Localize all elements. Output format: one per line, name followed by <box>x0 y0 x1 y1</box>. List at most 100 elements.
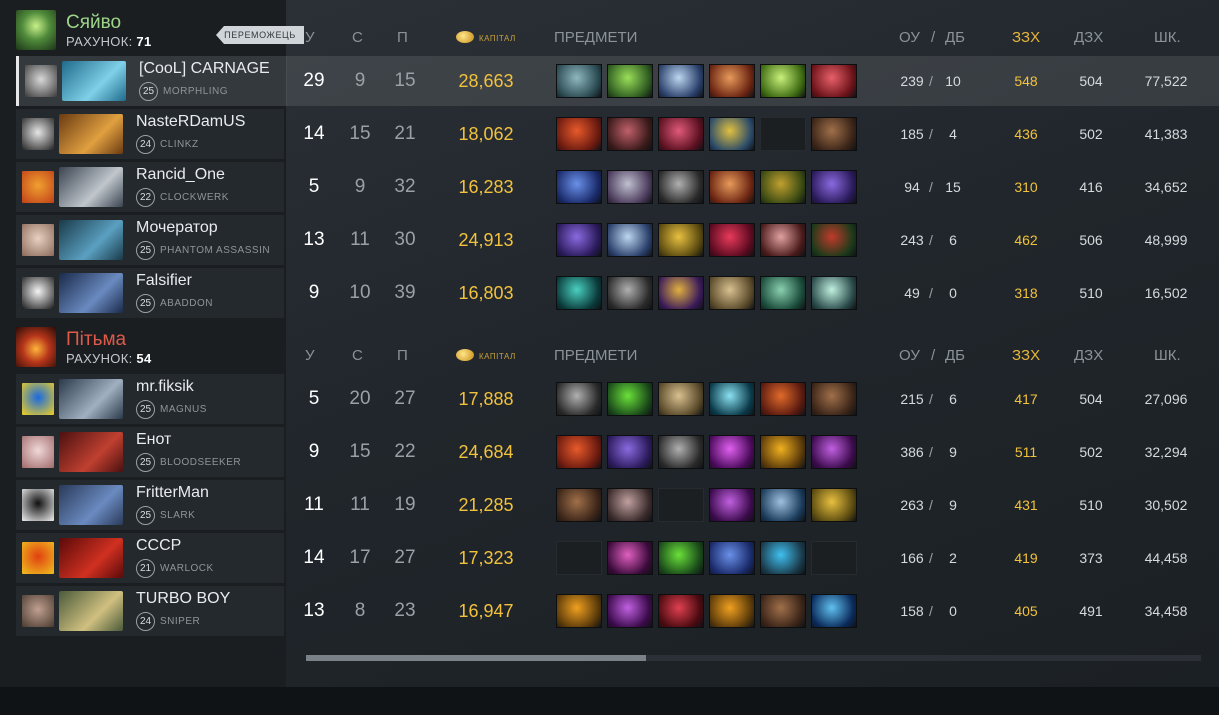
player-name[interactable]: Falsifier <box>136 272 192 290</box>
player-name[interactable]: FritterMan <box>136 484 209 502</box>
player-card[interactable]: TURBO BOY 24 SNIPER <box>16 586 284 636</box>
item-slot-icon[interactable] <box>811 276 857 310</box>
item-slot-icon[interactable] <box>556 223 602 257</box>
item-slot-icon[interactable] <box>760 541 806 575</box>
item-slot-icon[interactable] <box>658 223 704 257</box>
item-slot-icon[interactable] <box>607 223 653 257</box>
player-card[interactable]: [CooL] CARNAGE 25 MORPHLING <box>16 56 287 106</box>
item-slot-icon[interactable] <box>607 276 653 310</box>
item-slot-icon[interactable] <box>760 276 806 310</box>
item-slot-icon[interactable] <box>556 117 602 151</box>
item-slot-icon[interactable] <box>811 223 857 257</box>
player-name[interactable]: Rancid_One <box>136 166 225 184</box>
player-avatar[interactable] <box>22 383 54 415</box>
hero-portrait[interactable] <box>59 485 123 525</box>
item-slot-icon[interactable] <box>760 382 806 416</box>
item-slot-icon[interactable] <box>607 170 653 204</box>
xpm-value: 416 <box>1079 179 1103 195</box>
item-slot-icon[interactable] <box>811 594 857 628</box>
item-slot-icon[interactable] <box>658 382 704 416</box>
player-card[interactable]: Falsifier 25 ABADDON <box>16 268 284 318</box>
item-slot-icon[interactable] <box>760 435 806 469</box>
item-slot-icon[interactable] <box>556 382 602 416</box>
item-slot-icon[interactable] <box>607 64 653 98</box>
item-slot-icon[interactable] <box>607 594 653 628</box>
item-slot-icon[interactable] <box>709 117 755 151</box>
player-avatar[interactable] <box>22 171 54 203</box>
item-slot-icon[interactable] <box>709 594 755 628</box>
horizontal-scrollbar-thumb[interactable] <box>306 655 646 661</box>
item-slot-icon[interactable] <box>658 64 704 98</box>
player-card[interactable]: CCCP 21 WARLOCK <box>16 533 284 583</box>
player-card[interactable]: FritterMan 25 SLARK <box>16 480 284 530</box>
player-avatar[interactable] <box>22 489 54 521</box>
item-slot-icon[interactable] <box>556 594 602 628</box>
item-slot-icon[interactable] <box>760 64 806 98</box>
item-slot-icon[interactable] <box>709 541 755 575</box>
item-slot-icon[interactable] <box>709 382 755 416</box>
player-name[interactable]: Мочератор <box>136 219 218 237</box>
player-card[interactable]: NasteRDamUS 24 CLINKZ <box>16 109 284 159</box>
player-name[interactable]: Енот <box>136 431 171 449</box>
player-avatar[interactable] <box>22 118 54 150</box>
hero-portrait[interactable] <box>59 114 123 154</box>
item-slot-icon[interactable] <box>556 64 602 98</box>
hero-portrait[interactable] <box>59 220 123 260</box>
item-slot-icon[interactable] <box>556 435 602 469</box>
player-name[interactable]: CCCP <box>136 537 181 555</box>
item-slot-icon[interactable] <box>709 170 755 204</box>
item-slot-icon[interactable] <box>811 382 857 416</box>
item-slot-icon[interactable] <box>811 435 857 469</box>
item-slot-icon[interactable] <box>607 117 653 151</box>
player-card[interactable]: Енот 25 BLOODSEEKER <box>16 427 284 477</box>
item-slot-icon[interactable] <box>709 435 755 469</box>
item-slot-icon[interactable] <box>811 117 857 151</box>
player-avatar[interactable] <box>22 277 54 309</box>
item-slot-icon[interactable] <box>658 170 704 204</box>
item-slot-icon[interactable] <box>760 488 806 522</box>
item-slot-icon[interactable] <box>607 488 653 522</box>
item-slot-icon[interactable] <box>811 64 857 98</box>
item-slot-icon[interactable] <box>709 488 755 522</box>
player-avatar[interactable] <box>22 595 54 627</box>
item-slot-icon[interactable] <box>607 382 653 416</box>
item-slot-icon[interactable] <box>556 488 602 522</box>
player-name[interactable]: NasteRDamUS <box>136 113 245 131</box>
item-slot-icon[interactable] <box>658 594 704 628</box>
item-slot-icon[interactable] <box>709 223 755 257</box>
item-slot-icon[interactable] <box>760 223 806 257</box>
player-card[interactable]: Rancid_One 22 CLOCKWERK <box>16 162 284 212</box>
player-avatar[interactable] <box>22 436 54 468</box>
item-slot-icon[interactable] <box>811 170 857 204</box>
player-avatar[interactable] <box>22 224 54 256</box>
col-kills: У <box>305 29 315 46</box>
item-slot-icon[interactable] <box>607 435 653 469</box>
player-name[interactable]: [CooL] CARNAGE <box>139 60 270 78</box>
hero-portrait[interactable] <box>59 273 123 313</box>
hero-portrait[interactable] <box>59 591 123 631</box>
item-slot-icon[interactable] <box>811 488 857 522</box>
hero-portrait[interactable] <box>59 379 123 419</box>
col-gpm: ЗЗХ <box>1012 347 1041 364</box>
item-slot-icon[interactable] <box>760 170 806 204</box>
item-slot-icon[interactable] <box>709 276 755 310</box>
player-name[interactable]: mr.fiksik <box>136 378 194 396</box>
item-slot-icon[interactable] <box>658 541 704 575</box>
item-slot-icon[interactable] <box>709 64 755 98</box>
player-card[interactable]: Мочератор 25 PHANTOM ASSASSIN <box>16 215 284 265</box>
hero-portrait[interactable] <box>62 61 126 101</box>
item-slot-icon[interactable] <box>556 276 602 310</box>
hero-portrait[interactable] <box>59 538 123 578</box>
item-slot-icon[interactable] <box>658 117 704 151</box>
item-slot-icon[interactable] <box>658 276 704 310</box>
player-avatar[interactable] <box>25 65 57 97</box>
item-slot-icon[interactable] <box>556 170 602 204</box>
player-name[interactable]: TURBO BOY <box>136 590 230 608</box>
player-avatar[interactable] <box>22 542 54 574</box>
item-slot-icon[interactable] <box>760 594 806 628</box>
player-card[interactable]: mr.fiksik 25 MAGNUS <box>16 374 284 424</box>
hero-portrait[interactable] <box>59 432 123 472</box>
item-slot-icon[interactable] <box>607 541 653 575</box>
item-slot-icon[interactable] <box>658 435 704 469</box>
hero-portrait[interactable] <box>59 167 123 207</box>
